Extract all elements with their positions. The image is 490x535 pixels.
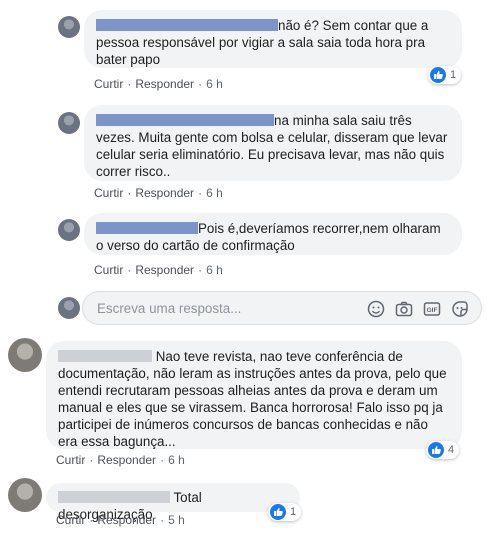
reply-link[interactable]: Responder (97, 453, 156, 467)
reply-link[interactable]: Responder (135, 77, 194, 91)
like-link[interactable]: Curtir (94, 263, 123, 277)
timestamp[interactable]: 5 h (168, 513, 185, 527)
timestamp[interactable]: 6 h (206, 186, 223, 200)
timestamp[interactable]: 6 h (168, 453, 185, 467)
like-link[interactable]: Curtir (94, 77, 123, 91)
avatar[interactable] (58, 112, 80, 134)
gif-icon[interactable]: GIF (423, 300, 441, 318)
comment-bubble: não é? Sem contar que a pessoa responsáv… (84, 10, 462, 68)
reaction-count[interactable]: 1 (268, 503, 302, 521)
reply-link[interactable]: Responder (97, 513, 156, 527)
like-link[interactable]: Curtir (56, 453, 85, 467)
comment-bubble: Nao teve revista, nao teve conferência d… (46, 341, 462, 449)
reply-input[interactable] (95, 300, 359, 317)
comment-actions: Curtir · Responder · 6 h (94, 263, 223, 277)
timestamp[interactable]: 6 h (206, 263, 223, 277)
comment-bubble: na minha sala saiu três vezes. Muita gen… (84, 105, 462, 181)
reaction-count[interactable]: 1 (428, 66, 462, 84)
like-icon (430, 67, 446, 83)
comment-actions: Curtir · Responder · 6 h (56, 453, 185, 467)
reply-input-box[interactable]: GIF (82, 291, 482, 325)
like-link[interactable]: Curtir (56, 513, 85, 527)
redacted-author-name[interactable] (58, 350, 152, 362)
redacted-author-name[interactable] (58, 491, 170, 503)
svg-text:GIF: GIF (427, 307, 438, 314)
redacted-author-name[interactable] (96, 19, 278, 31)
redacted-author-name[interactable] (96, 222, 198, 234)
like-icon (428, 442, 444, 458)
reply-link[interactable]: Responder (135, 263, 194, 277)
reaction-number: 1 (290, 506, 297, 518)
comment-bubble: Pois é,deveríamos recorrer,nem olharam o… (84, 213, 462, 255)
reaction-number: 4 (448, 444, 455, 456)
comment-text: Nao teve revista, nao teve conferência d… (58, 349, 447, 449)
camera-icon[interactable] (395, 300, 413, 318)
current-user-avatar (58, 297, 80, 319)
reaction-number: 1 (450, 69, 457, 81)
like-icon (270, 504, 286, 520)
reaction-count[interactable]: 4 (426, 441, 460, 459)
comment-actions: Curtir · Responder · 6 h (94, 186, 223, 200)
comment-actions: Curtir · Responder · 6 h (94, 77, 223, 91)
emoji-icon[interactable] (367, 300, 385, 318)
avatar[interactable] (8, 478, 42, 512)
avatar[interactable] (58, 219, 80, 241)
sticker-icon[interactable] (451, 300, 469, 318)
comment-actions: Curtir · Responder · 5 h (56, 513, 185, 527)
redacted-author-name[interactable] (96, 114, 274, 126)
avatar[interactable] (8, 338, 42, 372)
like-link[interactable]: Curtir (94, 186, 123, 200)
reply-link[interactable]: Responder (135, 186, 194, 200)
timestamp[interactable]: 6 h (206, 77, 223, 91)
comment-bubble: Total desorganização (46, 483, 300, 522)
avatar[interactable] (58, 16, 80, 38)
